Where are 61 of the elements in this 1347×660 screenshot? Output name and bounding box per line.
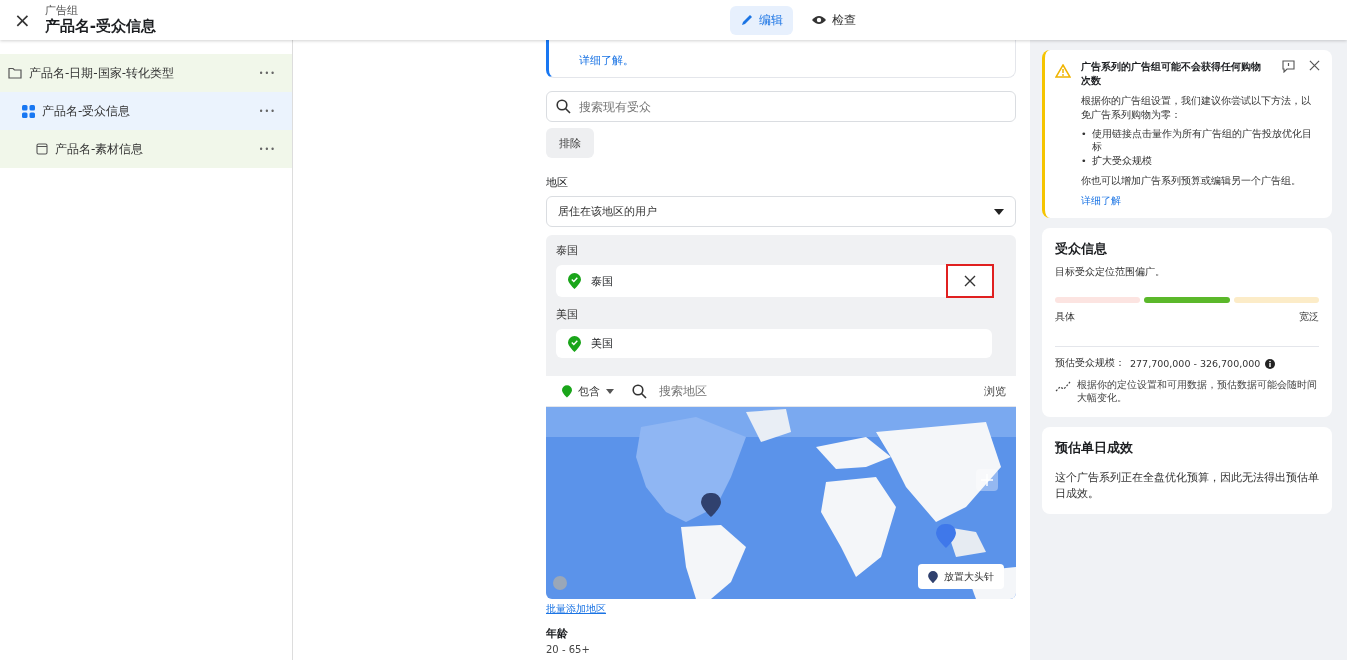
window-subtitle: 广告组 <box>44 5 79 18</box>
learn-more-link[interactable]: 详细了解 <box>1081 194 1320 209</box>
warning-text: 根据你的广告组设置，我们建议你尝试以下方法，以免广告系列购物为零： <box>1081 94 1312 123</box>
audience-size-label: 预估受众规模： <box>1055 357 1125 371</box>
audience-summary: 目标受众定位范围偏广。 <box>1055 266 1166 280</box>
pin-icon <box>568 273 581 289</box>
pin-icon <box>568 335 581 352</box>
include-dropdown[interactable]: 包含 <box>556 382 620 400</box>
group-heading: 泰国 <box>556 243 579 258</box>
window-title: 产品名-受众信息 <box>44 17 156 35</box>
meter-left-label: 具体 <box>1055 311 1075 325</box>
location-item[interactable]: 泰国 <box>556 265 992 297</box>
estimate-note: 根据你的定位设置和可用数据，预估数据可能会随时间大幅变化。 <box>1077 378 1318 405</box>
pin-icon <box>928 570 938 583</box>
group-heading: 美国 <box>556 307 579 322</box>
region-label: 地区 <box>546 175 569 190</box>
caret-icon <box>994 208 1004 215</box>
region-search-field[interactable]: 搜索地区 <box>659 381 972 401</box>
age-value: 20 - 65+ <box>546 644 590 655</box>
tree-item[interactable]: 产品名-日期-国家-转化类型 ••• <box>0 54 292 92</box>
search-icon <box>556 99 571 114</box>
folder-icon <box>8 67 22 79</box>
suggestion-item: 扩大受众规模 <box>1091 154 1152 168</box>
search-icon <box>632 383 647 399</box>
bulk-add-link[interactable]: 批量添加地区 <box>546 603 606 615</box>
meter-right-label: 宽泛 <box>1299 311 1319 325</box>
feedback-icon[interactable] <box>1282 60 1295 73</box>
close-icon[interactable] <box>1309 60 1320 71</box>
audience-size-value: 277,700,000 - 326,700,000 <box>1130 358 1261 370</box>
bullet-mark: • <box>1081 154 1087 168</box>
card-title: 预估单日成效 <box>1055 438 1134 457</box>
audience-search-field[interactable]: 搜索现有受众 <box>546 91 1016 122</box>
suggestion-item: 使用链接点击量作为所有广告组的广告投放优化目标 <box>1091 126 1313 155</box>
learn-more-link[interactable]: 详细了解。 <box>579 54 634 67</box>
card-title: 受众信息 <box>1055 240 1108 259</box>
caret-icon <box>606 388 614 394</box>
daily-results-text: 这个广告系列正在全盘优化预算，因此无法得出预估单日成效。 <box>1055 469 1319 502</box>
warning-title: 广告系列的广告组可能不会获得任何购物次数 <box>1081 60 1262 88</box>
age-label: 年龄 <box>546 627 569 640</box>
location-item[interactable]: 美国 <box>556 329 992 358</box>
close-button[interactable]: × <box>10 8 35 32</box>
info-icon[interactable] <box>1265 358 1276 369</box>
bullet-mark: • <box>1081 126 1087 141</box>
pencil-icon <box>740 13 754 27</box>
warning-icon <box>1055 64 1071 78</box>
mode-tab[interactable]: 编辑 <box>730 5 793 35</box>
warning-footer: 你也可以增加广告系列预算或编辑另一个广告组。 <box>1081 173 1320 189</box>
tree-item[interactable]: 产品名-受众信息 ••• <box>0 92 292 130</box>
grid-icon <box>22 104 35 118</box>
close-icon <box>964 275 976 287</box>
window-icon <box>36 143 48 155</box>
trend-icon <box>1055 381 1071 394</box>
tree-item[interactable]: 产品名-素材信息 ••• <box>0 130 292 168</box>
drop-pin-button[interactable]: 放置大头针 <box>918 564 1004 589</box>
pin-icon <box>562 384 572 398</box>
mode-tab[interactable]: 检查 <box>801 5 866 35</box>
eye-icon <box>811 14 827 26</box>
region-dropdown[interactable]: 居住在该地区的用户 <box>546 196 1016 227</box>
exclude-button[interactable]: 排除 <box>546 128 594 158</box>
browse-link[interactable]: 浏览 <box>984 383 1006 399</box>
remove-button[interactable] <box>946 264 994 298</box>
